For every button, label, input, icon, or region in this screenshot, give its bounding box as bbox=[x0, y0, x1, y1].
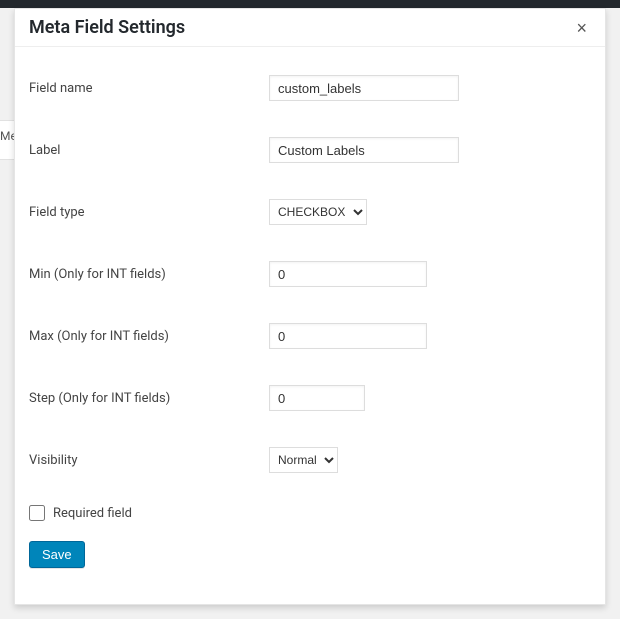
modal-header: Meta Field Settings × bbox=[15, 9, 605, 47]
save-button[interactable]: Save bbox=[29, 541, 85, 568]
label-visibility: Visibility bbox=[29, 453, 269, 468]
row-required: Required field bbox=[29, 491, 591, 541]
label-step: Step (Only for INT fields) bbox=[29, 391, 269, 406]
input-max[interactable] bbox=[269, 323, 427, 349]
admin-top-bar bbox=[0, 0, 620, 8]
modal-title: Meta Field Settings bbox=[29, 17, 185, 38]
input-min[interactable] bbox=[269, 261, 427, 287]
row-field-type: Field type CHECKBOX bbox=[29, 181, 591, 243]
close-icon[interactable]: × bbox=[572, 19, 591, 37]
meta-field-settings-modal: Meta Field Settings × Field name Label F… bbox=[14, 8, 606, 605]
row-field-name: Field name bbox=[29, 57, 591, 119]
input-label[interactable] bbox=[269, 137, 459, 163]
background-page-stub: Me bbox=[0, 120, 14, 160]
input-field-name[interactable] bbox=[269, 75, 459, 101]
label-field-name: Field name bbox=[29, 81, 269, 96]
label-field-type: Field type bbox=[29, 205, 269, 220]
modal-body: Field name Label Field type CHECKBOX Min… bbox=[15, 47, 605, 582]
select-field-type[interactable]: CHECKBOX bbox=[269, 199, 367, 225]
checkbox-required[interactable] bbox=[29, 505, 45, 521]
row-min: Min (Only for INT fields) bbox=[29, 243, 591, 305]
label-max: Max (Only for INT fields) bbox=[29, 329, 269, 344]
row-step: Step (Only for INT fields) bbox=[29, 367, 591, 429]
row-visibility: Visibility Normal bbox=[29, 429, 591, 491]
input-step[interactable] bbox=[269, 385, 365, 411]
select-visibility[interactable]: Normal bbox=[269, 447, 338, 473]
row-label: Label bbox=[29, 119, 591, 181]
label-required: Required field bbox=[53, 506, 132, 521]
row-max: Max (Only for INT fields) bbox=[29, 305, 591, 367]
label-label: Label bbox=[29, 143, 269, 158]
label-min: Min (Only for INT fields) bbox=[29, 267, 269, 282]
